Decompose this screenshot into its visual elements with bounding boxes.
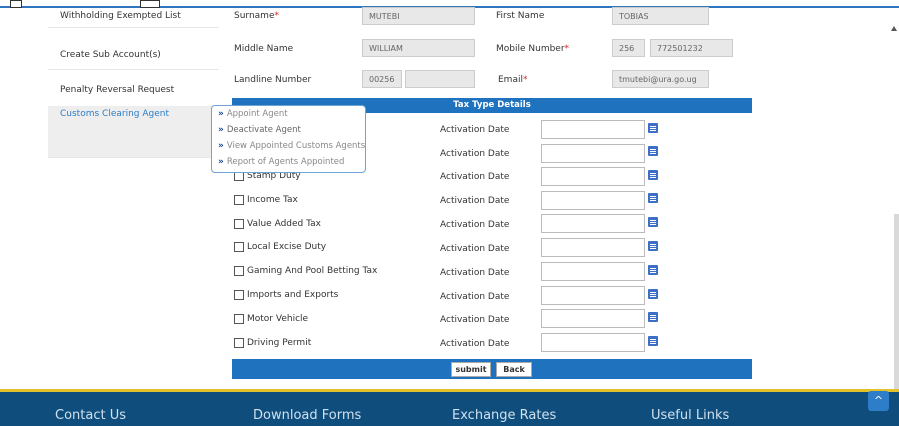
activation-date-label: Activation Date [440, 244, 510, 254]
form-actions-bar [232, 359, 752, 379]
calendar-icon[interactable] [648, 312, 658, 322]
calendar-icon[interactable] [648, 336, 658, 346]
calendar-icon[interactable] [648, 265, 658, 275]
footer-link-exchange-rates[interactable]: Exchange Rates [452, 408, 556, 423]
checkbox[interactable] [234, 219, 244, 229]
sidebar-item-withholding-exempted-list[interactable]: Withholding Exempted List [48, 6, 219, 28]
activation-date-label: Activation Date [440, 196, 510, 206]
tax-type-imports-and-exports[interactable]: Imports and Exports [234, 290, 338, 300]
activation-date-input[interactable] [541, 238, 645, 257]
activation-date-input[interactable] [541, 262, 645, 281]
middle-name-label: Middle Name [234, 44, 294, 54]
activation-date-label: Activation Date [440, 172, 510, 182]
sidebar-item-label: Penalty Reversal Request [60, 85, 175, 95]
footer-link-useful-links[interactable]: Useful Links [651, 408, 729, 423]
checkbox[interactable] [234, 290, 244, 300]
tax-type-value-added-tax[interactable]: Value Added Tax [234, 219, 321, 229]
calendar-icon[interactable] [648, 123, 658, 133]
customs-agent-menu: » Appoint Agent » Deactivate Agent » View A… [211, 105, 366, 173]
activation-date-input[interactable] [541, 167, 645, 186]
menu-item-deactivate-agent[interactable]: » Deactivate Agent [218, 125, 301, 135]
double-chevron-icon: » [218, 157, 224, 167]
activation-date-input[interactable] [541, 309, 645, 328]
landline-number-field[interactable] [405, 70, 475, 88]
menu-item-appoint-agent[interactable]: » Appoint Agent [218, 109, 288, 119]
first-name-field[interactable]: TOBIAS [612, 7, 709, 25]
sidebar-item-penalty-reversal[interactable]: Penalty Reversal Request [48, 73, 219, 108]
activation-date-input[interactable] [541, 286, 645, 305]
mobile-code-field[interactable]: 256 [612, 39, 645, 57]
sidebar-item-label: Customs Clearing Agent [60, 109, 169, 119]
footer-link-contact-us[interactable]: Contact Us [55, 408, 126, 423]
footer-accent [0, 389, 899, 392]
tax-type-motor-vehicle[interactable]: Motor Vehicle [234, 314, 308, 324]
back-button[interactable]: Back [496, 362, 532, 377]
menu-item-report-of-agents[interactable]: » Report of Agents Appointed [218, 157, 344, 167]
surname-label: Surname* [234, 11, 279, 21]
activation-date-input[interactable] [541, 333, 645, 352]
activation-date-label: Activation Date [440, 149, 510, 159]
double-chevron-icon: » [218, 109, 224, 119]
surname-field[interactable]: MUTEBI [362, 7, 475, 25]
submit-button[interactable]: submit [451, 362, 491, 377]
activation-date-label: Activation Date [440, 339, 510, 349]
calendar-icon[interactable] [648, 217, 658, 227]
sidebar-item-create-sub-accounts[interactable]: Create Sub Account(s) [48, 40, 219, 70]
landline-code-field[interactable]: 00256 [362, 70, 402, 88]
sidebar-item-customs-clearing-agent[interactable]: Customs Clearing Agent [48, 106, 219, 158]
activation-date-input[interactable] [541, 120, 645, 139]
sidebar-item-label: Withholding Exempted List [60, 11, 181, 21]
menu-item-view-appointed-agents[interactable]: » View Appointed Customs Agents [218, 141, 365, 151]
window-icon[interactable] [10, 0, 22, 8]
activation-date-label: Activation Date [440, 220, 510, 230]
activation-date-label: Activation Date [440, 268, 510, 278]
landline-label: Landline Number [234, 75, 312, 85]
checkbox[interactable] [234, 242, 244, 252]
activation-date-label: Activation Date [440, 315, 510, 325]
middle-name-field[interactable]: WILLIAM [362, 39, 475, 57]
calendar-icon[interactable] [648, 241, 658, 251]
sidebar-item-label: Create Sub Account(s) [60, 50, 161, 60]
activation-date-input[interactable] [541, 191, 645, 210]
first-name-label: First Name [496, 11, 545, 21]
checkbox[interactable] [234, 314, 244, 324]
activation-date-label: Activation Date [440, 292, 510, 302]
tax-type-income-tax[interactable]: Income Tax [234, 195, 298, 205]
calendar-icon[interactable] [648, 146, 658, 156]
scroll-up-icon[interactable] [891, 26, 897, 31]
scroll-to-top-button[interactable]: ^ [868, 391, 889, 411]
activation-date-input[interactable] [541, 144, 645, 163]
calendar-icon[interactable] [648, 289, 658, 299]
double-chevron-icon: » [218, 125, 224, 135]
checkbox[interactable] [234, 266, 244, 276]
calendar-icon[interactable] [648, 193, 658, 203]
footer-link-download-forms[interactable]: Download Forms [253, 408, 361, 423]
activation-date-input[interactable] [541, 214, 645, 233]
mobile-label: Mobile Number* [496, 44, 570, 54]
tax-type-driving-permit[interactable]: Driving Permit [234, 338, 311, 348]
tax-type-local-excise-duty[interactable]: Local Excise Duty [234, 242, 326, 252]
tax-type-gaming-and-pool-betting-tax[interactable]: Gaming And Pool Betting Tax [234, 266, 377, 276]
mobile-number-field[interactable]: 772501232 [650, 39, 733, 57]
double-chevron-icon: » [218, 141, 224, 151]
calendar-icon[interactable] [648, 170, 658, 180]
email-label: Email* [498, 75, 528, 85]
checkbox[interactable] [234, 195, 244, 205]
activation-date-label: Activation Date [440, 125, 510, 135]
checkbox[interactable] [234, 338, 244, 348]
footer: Contact Us Download Forms Exchange Rates… [0, 389, 899, 426]
scrollbar-thumb[interactable] [894, 214, 899, 389]
email-field[interactable]: tmutebi@ura.go.ug [612, 70, 709, 88]
